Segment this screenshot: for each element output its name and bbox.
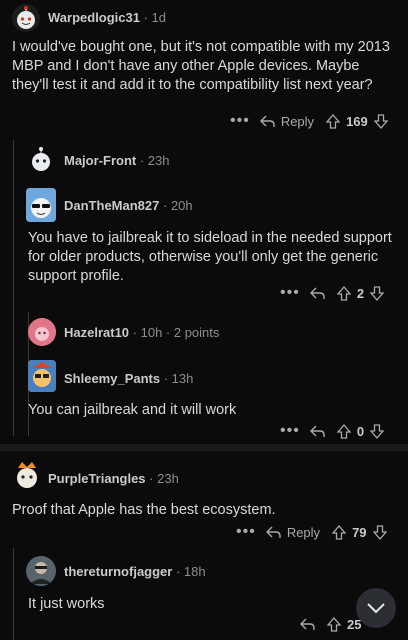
more-icon[interactable]: ••• bbox=[236, 523, 256, 541]
reply-button[interactable] bbox=[309, 425, 325, 438]
reply-label: Reply bbox=[286, 524, 321, 540]
avatar[interactable] bbox=[12, 4, 40, 32]
username[interactable]: PurpleTriangles bbox=[48, 471, 146, 486]
more-icon[interactable]: ••• bbox=[280, 284, 300, 302]
reply-icon bbox=[309, 425, 325, 437]
upvote-icon[interactable] bbox=[327, 616, 341, 632]
comment-actions: ••• Reply 169 bbox=[230, 109, 388, 133]
comment-author[interactable]: PurpleTriangles · 23h bbox=[48, 471, 179, 486]
username[interactable]: Major-Front bbox=[64, 153, 136, 168]
comment-author[interactable]: Major-Front · 23h bbox=[64, 153, 169, 168]
reply-icon bbox=[300, 618, 315, 630]
thread-line[interactable] bbox=[13, 140, 14, 436]
thread-line[interactable] bbox=[13, 548, 14, 640]
username[interactable]: Shleemy_Pants bbox=[64, 371, 160, 386]
comment-age: · 23h bbox=[149, 471, 179, 486]
snoo-avatar-icon bbox=[32, 147, 50, 171]
downvote-icon[interactable] bbox=[370, 285, 385, 301]
downvote-icon[interactable] bbox=[370, 423, 385, 439]
vote-count: 2 bbox=[356, 285, 365, 301]
avatar[interactable] bbox=[26, 144, 56, 174]
comment-author[interactable]: Shleemy_Pants · 13h bbox=[64, 371, 193, 386]
vote-count: 79 bbox=[352, 524, 367, 540]
snoo-costume-avatar-icon bbox=[28, 360, 56, 392]
comment-body: You have to jailbreak it to sideload in … bbox=[28, 230, 392, 284]
downvote-icon[interactable] bbox=[373, 113, 388, 129]
reply-label: Reply bbox=[280, 113, 315, 129]
comment-age: · 18h bbox=[175, 564, 206, 579]
comment-author[interactable]: Hazelrat10 · 10h · 2 points bbox=[64, 325, 219, 340]
reply-icon bbox=[309, 287, 325, 299]
username[interactable]: thereturnofjagger bbox=[64, 564, 172, 579]
reply-button[interactable] bbox=[309, 287, 325, 300]
snoo-avatar-icon bbox=[17, 6, 35, 29]
username[interactable]: DanTheMan827 bbox=[64, 198, 159, 213]
vote-count: 0 bbox=[356, 423, 365, 439]
snoo-sunglasses-avatar-icon bbox=[26, 188, 56, 222]
username[interactable]: Hazelrat10 bbox=[64, 325, 129, 340]
comment-actions: ••• 2 bbox=[280, 281, 385, 305]
comment-age: · 20h bbox=[163, 198, 193, 213]
reply-button[interactable]: Reply bbox=[259, 113, 315, 129]
reply-button[interactable] bbox=[300, 618, 315, 631]
avatar[interactable] bbox=[28, 360, 56, 392]
upvote-icon[interactable] bbox=[326, 113, 341, 129]
comment-actions: ••• 0 bbox=[280, 419, 385, 443]
reply-icon bbox=[259, 115, 275, 127]
comment-author[interactable]: Warpedlogic31 · 1d bbox=[48, 10, 166, 25]
comment-divider bbox=[0, 444, 408, 451]
comment-body: I would've bought one, but it's not comp… bbox=[12, 39, 390, 93]
default-avatar-icon bbox=[28, 318, 56, 346]
comment-author[interactable]: thereturnofjagger · 18h bbox=[64, 564, 206, 579]
avatar[interactable] bbox=[26, 188, 56, 222]
upvote-icon[interactable] bbox=[336, 423, 351, 439]
comment-age: · 13h bbox=[163, 371, 194, 386]
chevron-down-icon bbox=[367, 603, 385, 614]
reply-button[interactable]: Reply bbox=[265, 524, 321, 540]
comment-author[interactable]: DanTheMan827 · 20h bbox=[64, 198, 193, 213]
upvote-icon[interactable] bbox=[336, 285, 351, 301]
comment-actions: ••• Reply 79 bbox=[236, 520, 387, 544]
comment-age: · 1d bbox=[143, 10, 167, 25]
reply-icon bbox=[265, 526, 281, 538]
avatar[interactable] bbox=[12, 458, 42, 490]
profile-photo-avatar-icon bbox=[26, 556, 56, 586]
comment-body: You can jailbreak and it will work bbox=[28, 402, 237, 418]
more-icon[interactable]: ••• bbox=[230, 112, 250, 130]
vote-count: 169 bbox=[346, 113, 368, 129]
snoo-crown-avatar-icon bbox=[17, 462, 37, 488]
comment-age: · 23h bbox=[139, 153, 170, 168]
more-icon[interactable]: ••• bbox=[280, 422, 300, 440]
username[interactable]: Warpedlogic31 bbox=[48, 10, 140, 25]
comment-age: · 10h · 2 points bbox=[132, 325, 220, 340]
comment-body: Proof that Apple has the best ecosystem. bbox=[12, 502, 276, 518]
avatar[interactable] bbox=[28, 318, 56, 346]
upvote-icon[interactable] bbox=[332, 524, 347, 540]
downvote-icon[interactable] bbox=[372, 524, 387, 540]
avatar[interactable] bbox=[26, 556, 56, 586]
jump-to-next-button[interactable] bbox=[356, 588, 396, 628]
